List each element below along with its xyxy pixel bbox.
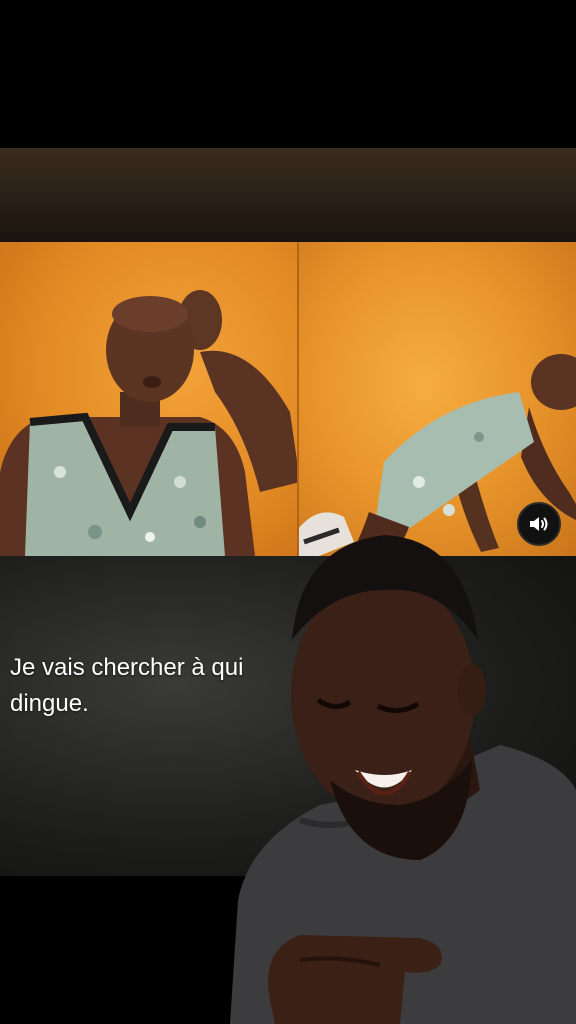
- speaker-volume-icon: [530, 517, 548, 531]
- subtitle-caption: Je vais chercher à qui dingue.: [10, 650, 320, 722]
- reactor-person-overlay: [230, 535, 576, 1024]
- caption-line-2: dingue.: [10, 690, 89, 717]
- caption-line-1: Je vais chercher à qui: [10, 654, 244, 681]
- volume-button[interactable]: [517, 502, 561, 546]
